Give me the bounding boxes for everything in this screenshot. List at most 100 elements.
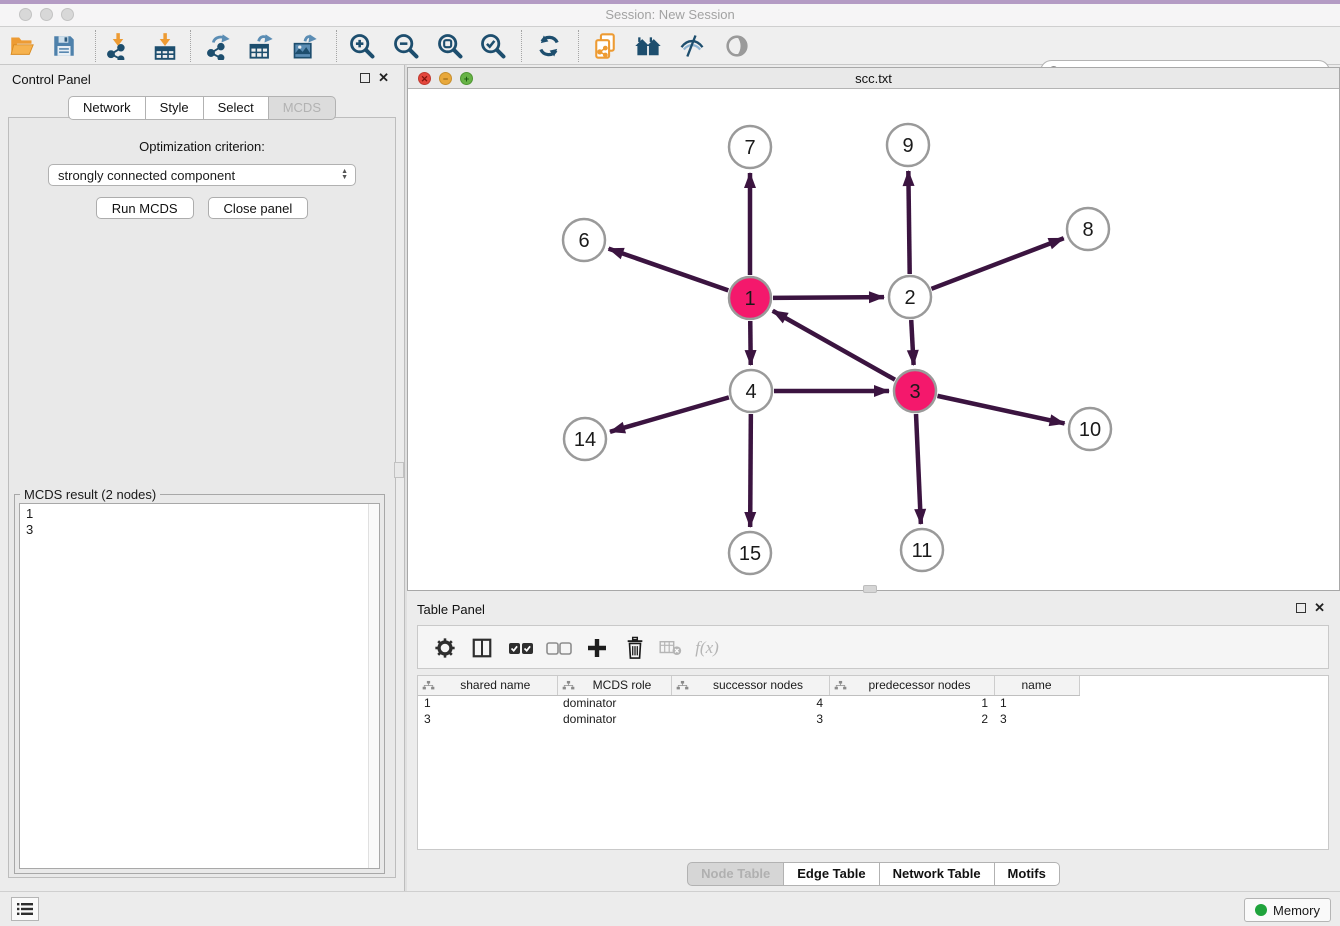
cell-successor-nodes[interactable]: 3 xyxy=(671,711,829,727)
export-network-icon[interactable] xyxy=(202,31,234,61)
settings-gear-icon[interactable] xyxy=(430,633,460,663)
show-eye-icon[interactable] xyxy=(721,31,753,61)
zoom-fit-icon[interactable] xyxy=(434,31,466,61)
graph-edge-2-3[interactable] xyxy=(911,320,913,365)
run-mcds-button[interactable]: Run MCDS xyxy=(96,197,194,219)
mcds-panel: Optimization criterion: strongly connect… xyxy=(8,117,396,878)
hide-eye-icon[interactable] xyxy=(676,31,708,61)
graph-edge-3-1[interactable] xyxy=(773,311,895,380)
toolbar-separator xyxy=(578,30,579,62)
delete-column-icon[interactable] xyxy=(620,633,650,663)
cell-successor-nodes[interactable]: 4 xyxy=(671,695,829,711)
network-canvas[interactable]: 7968124314101511 xyxy=(408,89,1339,590)
memory-button[interactable]: Memory xyxy=(1244,898,1331,922)
cell-name[interactable]: 3 xyxy=(994,711,1079,727)
graph-node-label-10: 10 xyxy=(1079,419,1101,441)
home-icon[interactable] xyxy=(632,31,664,61)
tab-network[interactable]: Network xyxy=(68,96,146,120)
float-table-panel-icon[interactable] xyxy=(1296,603,1306,613)
zoom-in-icon[interactable] xyxy=(346,31,378,61)
graph-edge-1-6[interactable] xyxy=(609,249,729,291)
graph-edge-4-15[interactable] xyxy=(750,414,751,527)
add-column-icon[interactable] xyxy=(582,633,612,663)
column-header-predecessor-nodes[interactable]: predecessor nodes xyxy=(829,676,994,695)
deselect-all-checkboxes-icon[interactable] xyxy=(544,633,574,663)
graph-edge-1-2[interactable] xyxy=(773,297,884,298)
column-layout-icon[interactable] xyxy=(467,633,497,663)
table-row[interactable]: 3 dominator 3 2 3 xyxy=(418,711,1079,727)
hierarchy-icon xyxy=(834,680,847,694)
graph-edge-2-8[interactable] xyxy=(931,238,1063,289)
mcds-result-text: 1 3 xyxy=(20,504,379,540)
function-builder-icon[interactable]: f(x) xyxy=(692,633,722,663)
graph-edge-2-9[interactable] xyxy=(908,171,909,274)
network-window-titlebar[interactable]: ✕ − + scc.txt xyxy=(408,68,1339,89)
mcds-result-title: MCDS result (2 nodes) xyxy=(20,487,160,502)
task-history-button[interactable] xyxy=(11,897,39,921)
column-header-name[interactable]: name xyxy=(994,676,1079,695)
refresh-icon[interactable] xyxy=(533,31,565,61)
close-panel-button[interactable]: Close panel xyxy=(208,197,309,219)
import-table-icon[interactable] xyxy=(149,31,181,61)
column-header-shared-name[interactable]: shared name xyxy=(418,676,557,695)
save-session-icon[interactable] xyxy=(48,31,80,61)
graph-node-label-7: 7 xyxy=(744,137,755,159)
window-titlebar: Session: New Session xyxy=(0,0,1340,27)
cell-predecessor-nodes[interactable]: 2 xyxy=(829,711,994,727)
panel-divider-grip[interactable] xyxy=(394,462,404,478)
toolbar-separator xyxy=(521,30,522,62)
graph-node-label-1: 1 xyxy=(744,288,755,310)
close-panel-icon[interactable]: ✕ xyxy=(378,70,389,86)
zoom-out-icon[interactable] xyxy=(390,31,422,61)
tab-edge-table[interactable]: Edge Table xyxy=(784,862,879,886)
cell-mcds-role[interactable]: dominator xyxy=(557,695,671,711)
select-all-checkboxes-icon[interactable] xyxy=(506,633,536,663)
tab-node-table[interactable]: Node Table xyxy=(687,862,784,886)
column-header-successor-nodes[interactable]: successor nodes xyxy=(671,676,829,695)
graph-node-label-4: 4 xyxy=(745,381,756,403)
memory-status-icon xyxy=(1255,904,1267,916)
control-panel: Control Panel ✕ Network Style Select MCD… xyxy=(0,65,404,891)
close-table-panel-icon[interactable]: ✕ xyxy=(1314,600,1325,616)
function-builder-label: f(x) xyxy=(695,638,719,658)
table-panel-tabs: Node Table Edge Table Network Table Moti… xyxy=(407,862,1340,886)
network-frame-grip[interactable] xyxy=(863,585,877,593)
float-panel-icon[interactable] xyxy=(360,73,370,83)
status-bar: Memory xyxy=(0,891,1340,926)
clone-network-icon[interactable] xyxy=(589,31,621,61)
import-network-icon[interactable] xyxy=(102,31,134,61)
graph-node-label-2: 2 xyxy=(904,287,915,309)
export-image-icon[interactable] xyxy=(289,31,321,61)
tab-mcds[interactable]: MCDS xyxy=(269,96,336,120)
mcds-result-box[interactable]: 1 3 xyxy=(19,503,380,869)
open-file-icon[interactable] xyxy=(6,31,38,61)
export-table-icon[interactable] xyxy=(245,31,277,61)
table-panel: Table Panel ✕ f(x) xyxy=(407,595,1340,891)
graph-edge-3-10[interactable] xyxy=(937,396,1064,424)
cell-shared-name[interactable]: 1 xyxy=(418,695,557,711)
hierarchy-icon xyxy=(422,680,435,694)
optimization-criterion-label: Optimization criterion: xyxy=(9,139,395,154)
table-row[interactable]: 1 dominator 4 1 1 xyxy=(418,695,1079,711)
zoom-selected-icon[interactable] xyxy=(477,31,509,61)
tab-select[interactable]: Select xyxy=(204,96,269,120)
tab-motifs[interactable]: Motifs xyxy=(995,862,1060,886)
cell-shared-name[interactable]: 3 xyxy=(418,711,557,727)
result-scrollbar[interactable] xyxy=(368,504,379,868)
delete-table-icon[interactable] xyxy=(656,633,686,663)
cell-predecessor-nodes[interactable]: 1 xyxy=(829,695,994,711)
tab-style[interactable]: Style xyxy=(146,96,204,120)
graph-node-label-9: 9 xyxy=(902,135,913,157)
node-table[interactable]: shared name MCDS role successor nodes pr… xyxy=(417,675,1329,850)
mcds-result-fieldset: MCDS result (2 nodes) 1 3 xyxy=(14,494,385,874)
cell-name[interactable]: 1 xyxy=(994,695,1079,711)
dropdown-stepper-icon: ▲▼ xyxy=(341,169,348,181)
tab-network-table[interactable]: Network Table xyxy=(880,862,995,886)
column-header-mcds-role[interactable]: MCDS role xyxy=(557,676,671,695)
memory-label: Memory xyxy=(1273,903,1320,918)
graph-node-label-8: 8 xyxy=(1082,219,1093,241)
graph-edge-3-11[interactable] xyxy=(916,414,921,524)
criterion-dropdown[interactable]: strongly connected component ▲▼ xyxy=(48,164,356,186)
graph-edge-4-14[interactable] xyxy=(610,397,729,431)
cell-mcds-role[interactable]: dominator xyxy=(557,711,671,727)
